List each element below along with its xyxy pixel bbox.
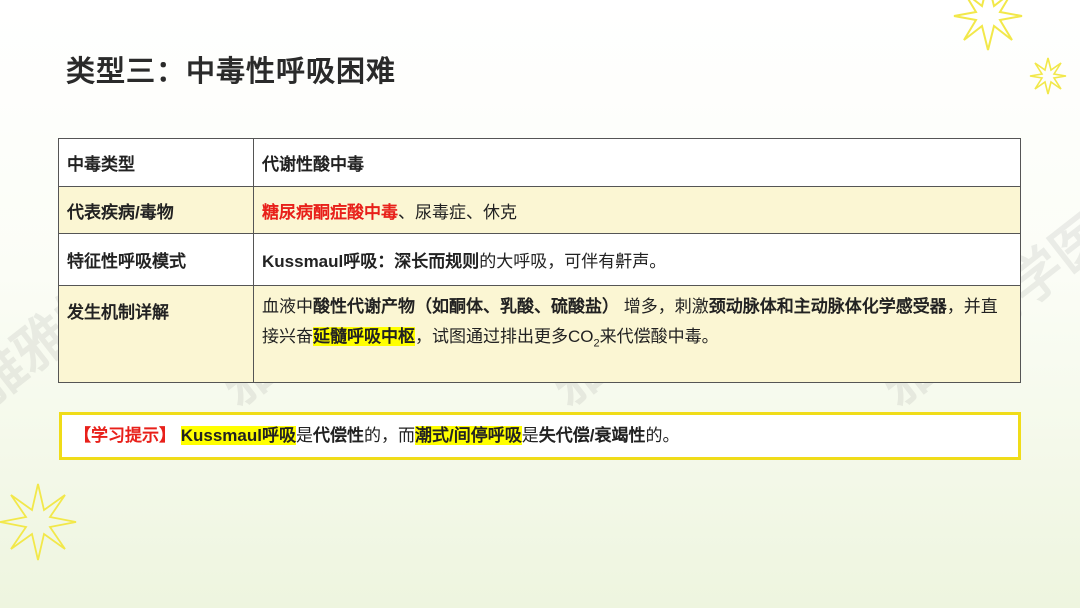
table-row: 代表疾病/毒物 糖尿病酮症酸中毒、尿毒症、休克 <box>58 186 1021 234</box>
plain-text: 的大呼吸，可伴有鼾声。 <box>479 252 667 271</box>
plain-text: 来代偿酸中毒。 <box>599 327 719 346</box>
page-title: 类型三：中毒性呼吸困难 <box>66 56 397 88</box>
table-row: 中毒类型 代谢性酸中毒 <box>58 138 1021 187</box>
sunburst-icon <box>0 483 77 561</box>
plain-text: 的，而 <box>363 426 415 445</box>
row-label: 中毒类型 <box>58 138 254 187</box>
bold-text: 酸性代谢产物（如酮体、乳酸、硫酸盐） <box>313 297 619 316</box>
plain-text: 的。 <box>645 426 680 445</box>
highlighted-text: Kussmaul呼吸 <box>180 426 296 445</box>
plain-text: 血液中 <box>262 297 313 316</box>
highlighted-text: 潮式/间停呼吸 <box>414 426 522 445</box>
info-table: 中毒类型 代谢性酸中毒 代表疾病/毒物 糖尿病酮症酸中毒、尿毒症、休克 特征性呼… <box>58 138 1021 383</box>
row-value: 糖尿病酮症酸中毒、尿毒症、休克 <box>253 186 1021 234</box>
plain-text: 、尿毒症、休克 <box>398 202 517 222</box>
bold-text: 颈动脉体和主动脉体化学感受器 <box>708 297 947 316</box>
table-row: 特征性呼吸模式 Kussmaul呼吸：深长而规则的大呼吸，可伴有鼾声。 <box>58 233 1021 286</box>
plain-text: 是 <box>295 426 313 445</box>
plain-text: ，试图通过排出更多CO <box>415 327 594 346</box>
tip-label: 【学习提示】 <box>74 426 176 445</box>
bold-text: Kussmaul呼吸：深长而规则 <box>262 252 480 271</box>
row-label: 特征性呼吸模式 <box>58 233 254 286</box>
highlighted-text: 延髓呼吸中枢 <box>313 327 415 346</box>
highlight-red-text: 糖尿病酮症酸中毒 <box>262 202 398 222</box>
row-value: Kussmaul呼吸：深长而规则的大呼吸，可伴有鼾声。 <box>253 233 1021 286</box>
study-tip-box: 【学习提示】 Kussmaul呼吸是代偿性的，而潮式/间停呼吸是失代偿/衰竭性的… <box>59 412 1021 460</box>
row-value: 血液中酸性代谢产物（如酮体、乳酸、硫酸盐） 增多，刺激颈动脉体和主动脉体化学感受… <box>253 285 1021 383</box>
row-value: 代谢性酸中毒 <box>253 138 1021 187</box>
row-label: 发生机制详解 <box>58 285 254 383</box>
bold-text: 代偿性 <box>312 426 364 445</box>
row-label: 代表疾病/毒物 <box>58 186 254 234</box>
plain-text: 增多，刺激 <box>619 297 709 316</box>
table-row: 发生机制详解 血液中酸性代谢产物（如酮体、乳酸、硫酸盐） 增多，刺激颈动脉体和主… <box>58 285 1021 383</box>
bold-text: 失代偿/衰竭性 <box>538 426 646 445</box>
plain-text: 是 <box>521 426 539 445</box>
sunburst-icon <box>1029 57 1067 95</box>
sunburst-icon <box>953 0 1023 51</box>
